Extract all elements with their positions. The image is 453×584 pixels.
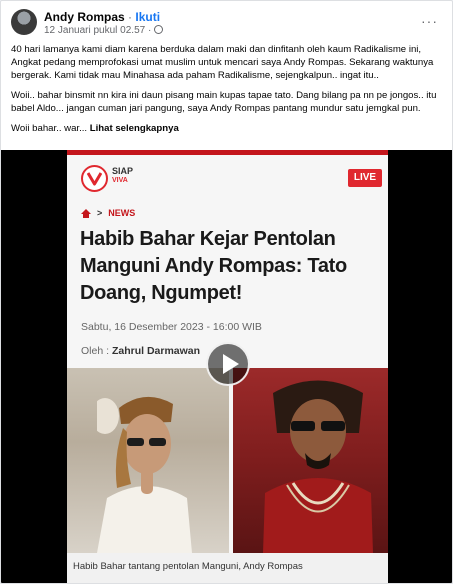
photo-left	[67, 368, 229, 553]
logo-sub: VIVA	[112, 177, 128, 184]
play-icon[interactable]	[206, 342, 250, 386]
post-card: Andy Rompas · Ikuti 12 Januari pukul 02.…	[0, 0, 453, 584]
follow-button[interactable]: Ikuti	[135, 10, 160, 24]
logo-main: SIAP	[112, 166, 134, 176]
caption-text: Habib Bahar tantang pentolan Manguni, An…	[73, 561, 303, 572]
avatar[interactable]	[11, 9, 37, 35]
article-date: Sabtu, 16 Desember 2023 - 16:00 WIB	[81, 321, 262, 333]
post-header: Andy Rompas · Ikuti 12 Januari pukul 02.…	[11, 9, 442, 39]
breadcrumb-news: NEWS	[108, 208, 136, 218]
post-video[interactable]: SIAP VIVA LIVE > NEWS Habib Bahar Kejar P…	[1, 150, 452, 583]
post-meta: 12 Januari pukul 02.57 ·	[44, 25, 164, 36]
photo-caption: Habib Bahar tantang pentolan Manguni, An…	[67, 553, 388, 583]
see-more-link[interactable]: Lihat selengkapnya	[90, 123, 179, 134]
post-paragraph: 40 hari lamanya kami diam karena berduka…	[11, 44, 434, 81]
article-byline: Oleh : Zahrul Darmawan	[81, 345, 200, 357]
person-photo-right	[263, 380, 373, 553]
more-horizontal-icon[interactable]: ···	[421, 13, 438, 29]
home-icon	[81, 209, 91, 218]
article-headline: Habib Bahar Kejar Pentolan Manguni Andy …	[80, 228, 347, 304]
chevron-right-icon: >	[97, 208, 103, 218]
article-photo	[67, 368, 388, 553]
breadcrumb: > NEWS	[81, 208, 135, 218]
byline-author: Zahrul Darmawan	[111, 345, 201, 357]
separator: ·	[128, 10, 133, 24]
author-name[interactable]: Andy Rompas	[44, 10, 125, 24]
person-photo-left	[97, 396, 192, 553]
globe-icon	[154, 25, 164, 34]
author-line: Andy Rompas · Ikuti	[44, 10, 160, 24]
logo-text: SIAP VIVA	[112, 166, 133, 186]
post-paragraph: Woii.. bahar binsmit nn kira ini daun pi…	[11, 90, 437, 114]
timestamp[interactable]: 12 Januari pukul 02.57 ·	[44, 25, 151, 36]
brand-bar	[67, 150, 388, 155]
article-screenshot: SIAP VIVA LIVE > NEWS Habib Bahar Kejar P…	[67, 150, 388, 583]
post-paragraph: Woii bahar.. war... Lihat selengkapnya	[11, 122, 441, 135]
byline-prefix: Oleh :	[81, 345, 110, 357]
post-paragraph-text: Woii bahar.. war...	[11, 123, 90, 134]
post-text: 40 hari lamanya kami diam karena berduka…	[11, 43, 441, 142]
siapviva-logo-icon	[81, 165, 108, 192]
live-badge: LIVE	[348, 169, 382, 187]
